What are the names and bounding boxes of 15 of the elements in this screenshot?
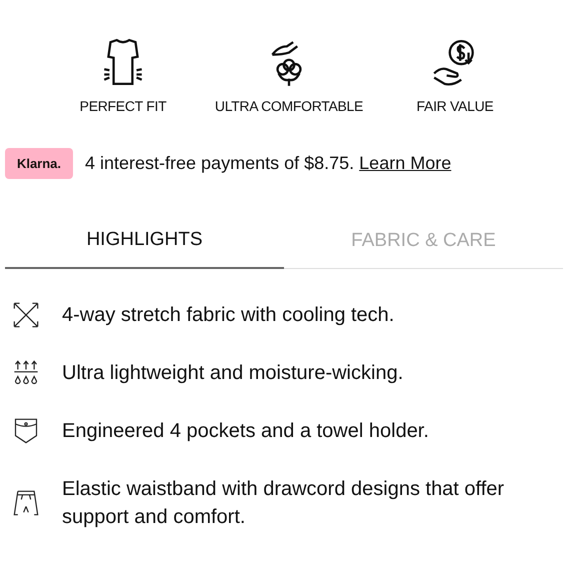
klarna-badge: Klarna. [5, 148, 73, 179]
feature-label: FAIR VALUE [416, 98, 494, 114]
pocket-icon [12, 417, 40, 445]
payment-text: 4 interest-free payments of $8.75. Learn More [85, 153, 452, 174]
expand-arrows-icon [12, 301, 40, 329]
feature-label: ULTRA COMFORTABLE [214, 98, 364, 114]
highlight-text: Ultra lightweight and moisture-wicking. [62, 361, 404, 386]
highlight-text: Engineered 4 pockets and a towel holder. [62, 419, 429, 444]
learn-more-link[interactable]: Learn More [359, 153, 452, 173]
pants-icon [12, 489, 40, 517]
highlight-text: 4-way stretch fabric with cooling tech. [62, 303, 394, 328]
moisture-arrows-icon [12, 359, 40, 387]
highlight-text: Elastic waistband with drawcord designs that offer support and comfort. [62, 477, 506, 530]
feature-label: PERFECT FIT [80, 98, 166, 114]
tab[interactable]: HIGHLIGHTS [5, 219, 284, 269]
